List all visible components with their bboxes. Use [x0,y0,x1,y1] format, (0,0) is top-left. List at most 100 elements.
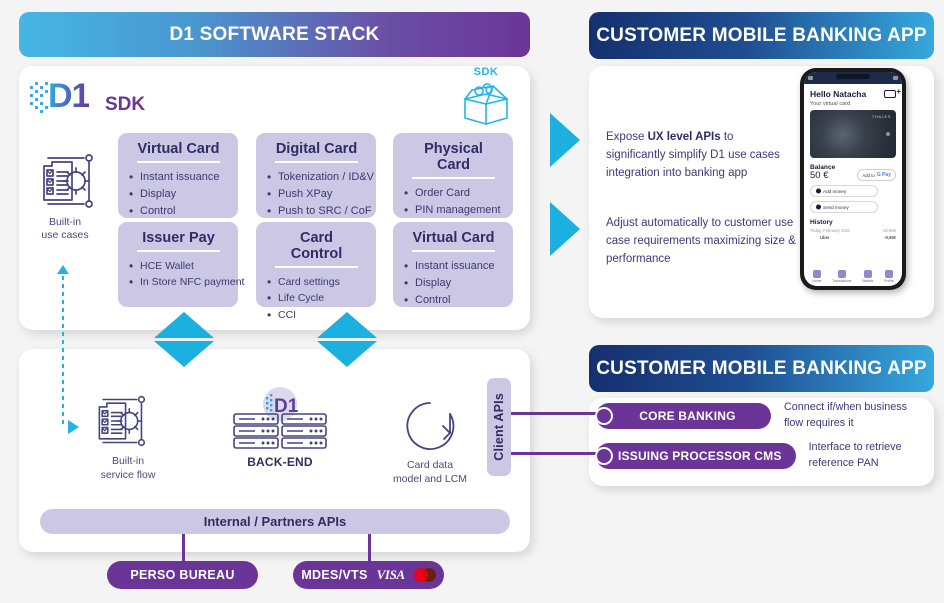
arrow-up-2-icon [317,312,377,338]
feature-card-issuer-pay[interactable]: Issuer Pay HCE Wallet In Store NFC payme… [118,222,244,307]
document-gear-icon [98,395,146,447]
connection-description: Connect if/when business flow requires i… [784,401,908,429]
client-apis-tab[interactable]: Client APIs [487,378,511,476]
feature-card-card-control[interactable]: Card Control Card settings Life Cycle CC… [256,222,376,324]
profile-icon [884,270,893,278]
connector-line-perso [182,534,185,562]
list-item: Order Card [404,184,503,203]
dotted-feedback-line [62,276,64,426]
phone-virtual-card[interactable]: THALES [810,110,896,158]
gpay-prefix: Add to [862,172,875,178]
sdk-box-icon: SDK [455,66,517,126]
builtin-line2: use cases [41,229,89,242]
nav-label: Profile [883,279,894,283]
d1-logo-text: D1 [48,77,90,115]
d1-sdk-logo: D1 SDK [30,78,145,118]
builtin-line1: Built-in [48,216,82,228]
app-description-1: Expose UX level APIs to significantly si… [606,129,796,182]
nav-item-profile[interactable]: Profile [884,270,894,283]
add-card-icon[interactable] [884,87,901,98]
nav-label: Wallets [862,279,874,283]
document-gear-icon [43,154,93,208]
feature-card-virtual-card-2[interactable]: Virtual Card Instant issuance Display Co… [393,222,513,310]
feature-card-list: Tokenization / ID&V Push XPay Push to SR… [267,168,374,221]
list-item: Display [404,274,503,293]
feature-card-title: Issuer Pay [137,230,220,252]
node-card-data-model: Card data model and LCM [375,398,485,486]
node-builtin-service-flow: Built-in service flow [82,392,174,482]
feature-card-list: HCE Wallet In Store NFC payment [129,257,244,292]
phone-greeting: Hello Natacha [810,89,867,99]
list-item: In Store NFC payment [129,273,244,292]
diagram-canvas: D1 SOFTWARE STACK CUSTOMER MOBILE BANKIN… [0,0,944,603]
connector-knob-icon [595,406,613,425]
arrow-right-2-icon [550,202,580,256]
add-money-button[interactable]: Add money [810,185,878,198]
feature-card-title: Card Control [275,230,358,268]
pill-core-banking[interactable]: CORE BANKING [595,402,771,429]
pill-issuing-processor-cms[interactable]: ISSUING PROCESSOR CMS [595,442,796,469]
node-caption: Built-in service flow [82,455,174,482]
internal-partners-apis-bar[interactable]: Internal / Partners APIs [40,509,510,534]
connector-line-mdes [368,534,371,562]
pill-mdes-label: MDES/VTS [301,568,368,582]
arrow-up-1-icon [154,312,214,338]
card-chip-icon [886,132,890,136]
header-d1-software-stack: D1 SOFTWARE STACK [19,12,530,57]
app-description-2: Adjust automatically to customer use cas… [606,217,796,265]
feature-card-digital-card[interactable]: Digital Card Tokenization / ID&V Push XP… [256,133,376,221]
pill-mdes-vts[interactable]: MDES/VTS VISA [293,561,444,589]
nav-label: Transactions [832,279,852,283]
phone-notch [836,74,870,79]
history-row-amount: -9,99€ [884,235,896,241]
d1-logo-suffix: SDK [105,94,146,115]
phone-content: Hello Natacha Your virtual card THALES B… [804,84,902,240]
connection-row-issuing-processor: ISSUING PROCESSOR CMS Interface to retri… [595,440,939,471]
feature-card-title: Digital Card [275,141,358,163]
history-row: Uber -9,99€ [810,235,896,240]
node-caption: BACK-END [247,455,313,469]
client-apis-label: Client APIs [492,393,506,461]
connection-row-core-banking: CORE BANKING Connect if/when business fl… [595,400,914,431]
pill-perso-bureau[interactable]: PERSO BUREAU [107,561,258,589]
phone-bottom-nav: Home Transactions Wallets Profile [804,270,902,283]
dotted-line-arrow-icon [68,420,79,434]
list-item: Display [129,185,228,204]
list-item: Control [404,291,503,310]
connector-knob-icon [595,446,613,465]
phone-status-bar [804,72,902,84]
visa-logo: VISA [376,567,405,582]
dotted-line-arrow-up-icon [57,265,69,274]
pill-label: CORE BANKING [639,408,736,423]
phone-subtitle: Your virtual card [810,101,851,107]
balance-value: 50 € [810,170,829,181]
phone-mockup: Hello Natacha Your virtual card THALES B… [800,68,906,290]
feature-card-title: Physical Card [412,141,495,179]
history-row-name: Uber [820,235,830,241]
header-customer-mobile-banking-app-top: CUSTOMER MOBILE BANKING APP [589,12,934,59]
list-item: Card settings [267,273,366,292]
feature-card-virtual-card-1[interactable]: Virtual Card Instant issuance Display Co… [118,133,238,221]
status-battery-icon [893,76,898,80]
status-signal-icon [808,76,813,80]
add-to-gpay-button[interactable]: Add to G Pay [857,169,896,182]
list-item: Instant issuance [404,257,503,276]
node-caption: Card data model and LCM [375,459,485,486]
feature-card-physical-card[interactable]: Physical Card Order Card PIN management [393,133,513,220]
send-money-button[interactable]: Send money [810,201,878,214]
node-caption-line2: model and LCM [392,472,468,485]
arrow-down-2-icon [317,341,377,367]
connection-description: Interface to retrieve reference PAN [808,441,902,469]
nav-item-wallets[interactable]: Wallets [862,270,873,283]
desc-1-bold: UX level APIs [647,131,721,143]
builtin-use-cases: Built-in use cases [26,150,104,242]
server-racks-icon: D1 [233,387,327,449]
wallet-icon [863,270,872,278]
feature-card-title: Virtual Card [137,141,220,163]
nav-item-transactions[interactable]: Transactions [832,270,851,283]
nav-item-home[interactable]: Home [812,270,821,283]
list-item: Push XPay [267,185,366,204]
gpay-brand: G Pay [876,172,891,179]
history-row-name: Today, February 23rd [810,228,850,234]
pill-label: ISSUING PROCESSOR CMS [618,448,782,463]
